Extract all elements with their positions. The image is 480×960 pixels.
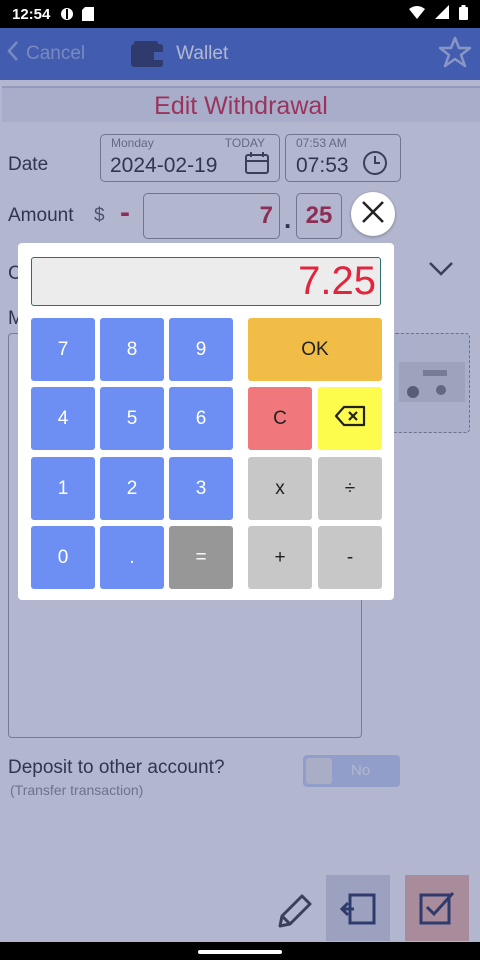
ok-button[interactable]: OK <box>248 318 382 381</box>
key-9[interactable]: 9 <box>169 318 233 381</box>
plus-button[interactable]: + <box>248 526 312 589</box>
equals-button[interactable]: = <box>169 526 233 589</box>
key-5[interactable]: 5 <box>100 387 164 450</box>
calculator-display: 7.25 <box>31 257 381 306</box>
backspace-button[interactable] <box>318 387 382 450</box>
key-4[interactable]: 4 <box>31 387 95 450</box>
close-calculator-button[interactable] <box>351 192 395 236</box>
navigation-bar <box>0 942 480 960</box>
divide-button[interactable]: ÷ <box>318 457 382 520</box>
status-time: 12:54 <box>12 5 51 23</box>
sync-icon <box>60 7 74 21</box>
home-handle[interactable] <box>198 950 282 954</box>
key-dot[interactable]: . <box>100 526 164 589</box>
backspace-icon <box>334 405 366 433</box>
clear-button[interactable]: C <box>248 387 312 450</box>
minus-button[interactable]: - <box>318 526 382 589</box>
battery-icon <box>459 4 468 24</box>
close-icon <box>360 199 386 230</box>
key-8[interactable]: 8 <box>100 318 164 381</box>
wifi-icon <box>409 5 425 23</box>
signal-icon <box>435 5 449 23</box>
status-bar: 12:54 <box>0 0 480 28</box>
multiply-button[interactable]: x <box>248 457 312 520</box>
key-1[interactable]: 1 <box>31 457 95 520</box>
calculator-dialog: 7.25 7 8 9 OK 4 5 6 C 1 2 3 x ÷ 0 . = + … <box>18 243 394 600</box>
key-6[interactable]: 6 <box>169 387 233 450</box>
key-7[interactable]: 7 <box>31 318 95 381</box>
key-2[interactable]: 2 <box>100 457 164 520</box>
key-0[interactable]: 0 <box>31 526 95 589</box>
key-3[interactable]: 3 <box>169 457 233 520</box>
sd-card-icon <box>82 7 96 21</box>
